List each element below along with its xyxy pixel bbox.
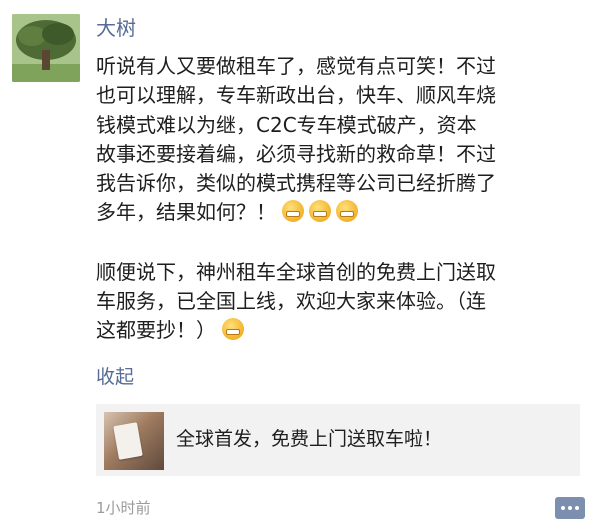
post-line: 车服务，已全国上线，欢迎大家来体验。（连: [96, 289, 486, 314]
post-line: 我告诉你，类似的模式携程等公司已经折腾了: [96, 171, 496, 196]
post-line-with-emoji: 这都要抄！）: [96, 316, 588, 345]
tree-photo-icon: [12, 14, 80, 82]
shared-link-thumbnail: [104, 412, 164, 470]
shared-link-title: 全球首发，免费上门送取车啦！: [176, 428, 443, 450]
collapse-link[interactable]: 收起: [96, 362, 134, 389]
post-line: 故事还要接着编，必须寻找新的救命草！不过: [96, 141, 496, 166]
post-timestamp: 1小时前: [96, 499, 151, 517]
post-line: 也可以理解，专车新政出台，快车、顺风车烧: [96, 83, 496, 108]
post-line-with-emoji: 多年，结果如何？！: [96, 198, 588, 227]
post-line-text: 多年，结果如何？！: [96, 200, 276, 225]
grinning-teeth-emoji-icon: [309, 200, 332, 223]
grinning-teeth-emoji-icon: [336, 200, 359, 223]
shared-link-card[interactable]: 全球首发，免费上门送取车啦！: [96, 404, 580, 476]
post-line: 钱模式难以为继，C2C专车模式破产，资本: [96, 112, 477, 137]
avatar[interactable]: [12, 14, 80, 82]
comment-dots-icon[interactable]: [555, 497, 585, 519]
grinning-teeth-emoji-icon: [282, 200, 305, 223]
post-line-text: 这都要抄！）: [96, 318, 216, 343]
author-name[interactable]: 大树: [96, 14, 136, 42]
post-body: 听说有人又要做租车了，感觉有点可笑！不过 也可以理解，专车新政出台，快车、顺风车…: [96, 52, 588, 346]
grinning-teeth-emoji-icon: [222, 318, 245, 341]
post-line: 顺便说下，神州租车全球首创的免费上门送取: [96, 259, 496, 284]
post-line: 听说有人又要做租车了，感觉有点可笑！不过: [96, 54, 496, 78]
